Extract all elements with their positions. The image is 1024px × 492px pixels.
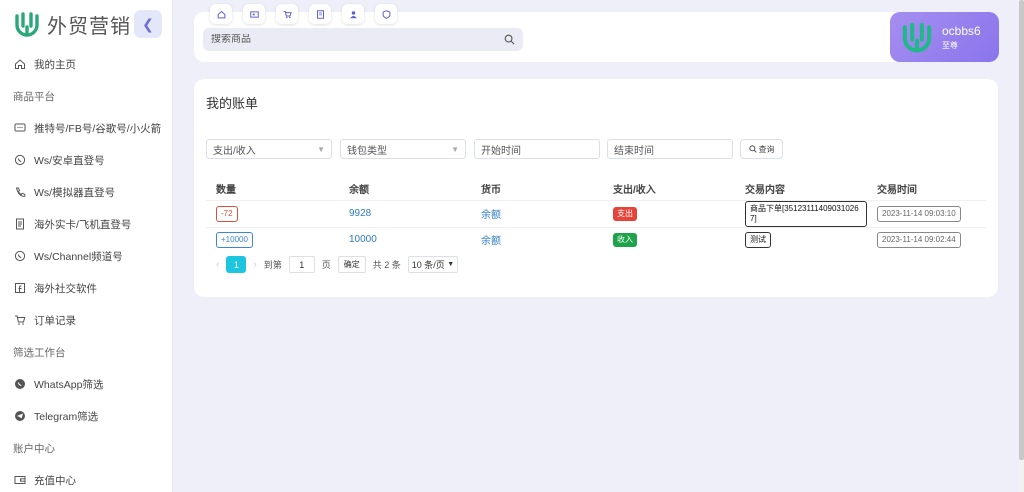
caret-down-icon: ▼: [451, 144, 459, 154]
bill-table: 数量 余额 货币 支出/收入 交易内容 交易时间 -72 9928 余额 支出 …: [206, 178, 986, 252]
sidebar-item-ws-emulator[interactable]: Ws/模拟器直登号: [0, 176, 172, 208]
sidebar-item-recharge[interactable]: 充值中心: [0, 464, 172, 492]
sidebar-group-account: 账户中心: [13, 442, 55, 455]
sidebar-group-filter: 筛选工作台: [13, 346, 66, 359]
sidebar-item-real-card[interactable]: 海外实卡/飞机直登号: [0, 208, 172, 240]
col-amount: 数量: [216, 185, 236, 197]
user-name: ocbbs6: [942, 23, 981, 38]
sidebar-item-orders[interactable]: 订单记录: [0, 304, 172, 336]
tab-shield[interactable]: [375, 4, 397, 24]
wallet-type-select[interactable]: 钱包类型 ▼: [340, 139, 466, 159]
home-icon: [217, 10, 225, 18]
goto-page-input[interactable]: 1: [288, 256, 315, 273]
search-icon: [748, 145, 757, 153]
wallet-icon: [14, 474, 26, 486]
content-tag: 测试: [745, 231, 771, 248]
user-icon: [349, 10, 357, 18]
pagination: ‹ 1 › 到第 1 页 确定 共 2 条 10 条/页 ▼: [216, 256, 459, 273]
page-size-select[interactable]: 10 条/页 ▼: [407, 256, 459, 273]
facebook-icon: [14, 282, 26, 294]
direction-tag: 支出: [613, 206, 637, 221]
collapse-sidebar-button[interactable]: ❮: [134, 10, 162, 38]
chevron-left-icon: ❮: [142, 15, 154, 32]
time-tag: 2023-11-14 09:02:44: [877, 231, 961, 248]
page-scrollbar[interactable]: [1019, 0, 1024, 492]
cart-icon: [283, 10, 292, 18]
direction-tag: 收入: [613, 232, 637, 247]
card-icon: [249, 10, 259, 18]
amount-tag: +10000: [216, 231, 253, 248]
time-tag: 2023-11-14 09:03:10: [877, 205, 961, 222]
phone-icon: [14, 186, 26, 198]
whatsapp-icon: [14, 250, 26, 262]
content-tag: 商品下单[35123111409031026​7]: [745, 200, 867, 227]
telegram-icon: [14, 410, 26, 422]
user-level: 至尊: [942, 40, 958, 50]
col-content: 交易内容: [745, 185, 785, 197]
currency-value: 余额: [481, 236, 501, 248]
col-currency: 货币: [481, 185, 501, 197]
whatsapp-fill-icon: [14, 378, 26, 390]
sidebar: 外贸营销 ❮ 我的主页 商品平台 推特号/FB号/谷歌号/小火箭 Ws/安卓直登…: [0, 0, 173, 492]
cart-icon: [14, 314, 26, 326]
avatar: [902, 22, 932, 53]
search-box: [203, 28, 523, 51]
tab-cart[interactable]: [276, 4, 298, 24]
scrollbar-thumb[interactable]: [1019, 0, 1024, 460]
next-page-button[interactable]: ›: [253, 259, 256, 270]
query-button[interactable]: 查询: [740, 139, 783, 159]
bill-card: 我的账单 支出/收入 ▼ 钱包类型 ▼ 开始时间 结束时间 查询 数量 余额 货币 …: [194, 79, 998, 297]
home-icon: [14, 58, 26, 70]
tab-list[interactable]: [309, 4, 331, 24]
balance-value: 10000: [349, 234, 377, 246]
shield-icon: [382, 9, 390, 19]
col-direction: 支出/收入: [613, 185, 656, 197]
sidebar-item-accounts[interactable]: 推特号/FB号/谷歌号/小火箭: [0, 112, 172, 144]
amount-tag: -72: [216, 205, 238, 222]
end-time-input[interactable]: 结束时间: [607, 139, 733, 159]
list-icon: [316, 9, 324, 19]
col-balance: 余额: [349, 185, 369, 197]
confirm-page-button[interactable]: 确定: [337, 256, 366, 273]
sidebar-group-products: 商品平台: [13, 90, 55, 103]
goto-label: 到第: [263, 260, 282, 270]
caret-down-icon: ▼: [317, 144, 325, 154]
total-count: 共 2 条: [372, 260, 401, 270]
currency-value: 余额: [481, 210, 501, 221]
search-icon[interactable]: [504, 34, 515, 45]
sidebar-menu: 我的主页 商品平台 推特号/FB号/谷歌号/小火箭 Ws/安卓直登号 Ws/模拟…: [0, 48, 172, 492]
user-info: ocbbs6 至尊: [942, 24, 981, 51]
chat-icon: [14, 122, 26, 134]
table-header: 数量 余额 货币 支出/收入 交易内容 交易时间: [206, 178, 986, 200]
sidebar-item-whatsapp-filter[interactable]: WhatsApp筛选: [0, 368, 172, 400]
sidebar-item-telegram-filter[interactable]: Telegram筛选: [0, 400, 172, 432]
sidebar-item-home[interactable]: 我的主页: [0, 48, 172, 80]
direction-select[interactable]: 支出/收入 ▼: [206, 139, 332, 159]
prev-page-button[interactable]: ‹: [216, 259, 219, 270]
brand-logo-icon: [15, 12, 39, 37]
tab-user[interactable]: [342, 4, 364, 24]
tab-home[interactable]: [210, 4, 232, 24]
sidebar-item-social[interactable]: 海外社交软件: [0, 272, 172, 304]
page-suffix: 页: [321, 260, 331, 270]
table-row: +10000 10000 余额 收入 测试 2023-11-14 09:02:4…: [206, 226, 986, 252]
sidebar-item-channel[interactable]: Ws/Channel频道号: [0, 240, 172, 272]
page-1-button[interactable]: 1: [226, 256, 247, 273]
balance-value: 9928: [349, 208, 372, 219]
sidebar-item-ws-android[interactable]: Ws/安卓直登号: [0, 144, 172, 176]
start-time-input[interactable]: 开始时间: [474, 139, 600, 159]
col-time: 交易时间: [877, 185, 917, 197]
tab-card[interactable]: [243, 4, 265, 24]
quick-tabs: [210, 4, 397, 24]
brand-name: 外贸营销: [47, 15, 131, 38]
whatsapp-icon: [14, 154, 26, 166]
chevron-down-icon: ▼: [447, 261, 455, 268]
document-icon: [14, 218, 26, 230]
search-input[interactable]: [211, 34, 504, 45]
table-row: -72 9928 余额 支出 商品下单[35123111409031026​7]…: [206, 199, 986, 227]
page-title: 我的账单: [206, 96, 259, 111]
user-card[interactable]: ocbbs6 至尊: [890, 12, 999, 62]
